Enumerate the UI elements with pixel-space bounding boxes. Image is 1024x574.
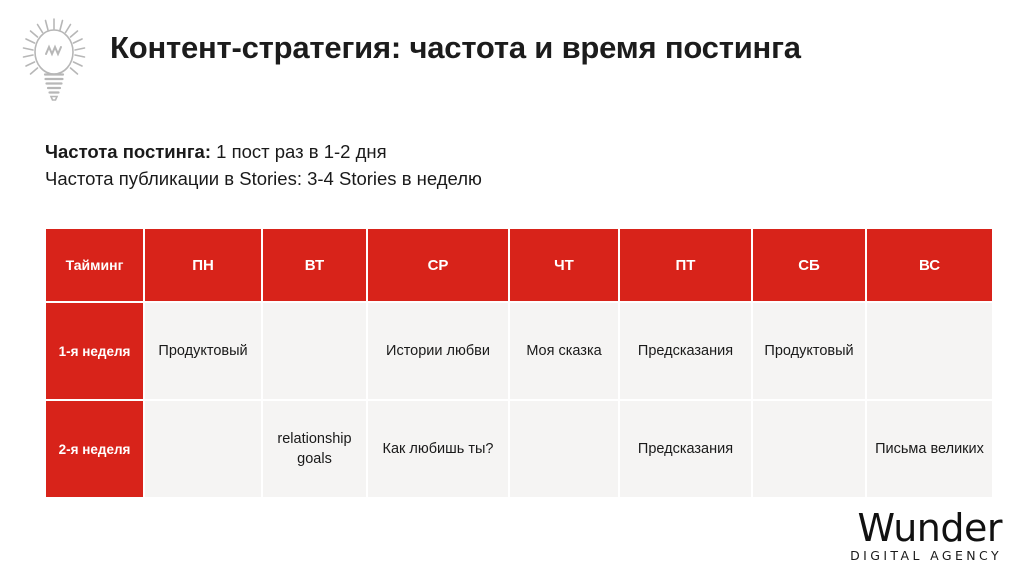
cell-week1-fri: Предсказания xyxy=(620,303,751,399)
cell-week1-tue xyxy=(263,303,366,399)
page-title: Контент-стратегия: частота и время пости… xyxy=(110,30,801,65)
posting-frequency-label: Частота постинга: xyxy=(45,141,212,162)
brand-name: Wunder xyxy=(857,505,1002,550)
column-header-fri: ПТ xyxy=(620,229,751,301)
cell-week1-thu: Моя сказка xyxy=(510,303,618,399)
brand-tagline: DIGITAL AGENCY xyxy=(850,547,1002,563)
column-header-mon: ПН xyxy=(145,229,261,301)
column-header-thu: ЧТ xyxy=(510,229,618,301)
intro-block: Частота постинга: 1 пост раз в 1-2 дня Ч… xyxy=(45,138,945,192)
stories-frequency-line: Частота публикации в Stories: 3-4 Storie… xyxy=(45,168,482,189)
table-header-row: Тайминг ПН ВТ СР ЧТ ПТ СБ ВС xyxy=(46,229,992,301)
cell-week2-sun: Письма великих xyxy=(867,401,992,497)
cell-week1-wed: Истории любви xyxy=(368,303,508,399)
column-header-sun: ВС xyxy=(867,229,992,301)
cell-week2-tue: relationship goals xyxy=(263,401,366,497)
cell-week2-fri: Предсказания xyxy=(620,401,751,497)
cell-week1-mon: Продуктовый xyxy=(145,303,261,399)
cell-week2-sat xyxy=(753,401,865,497)
table-row: 2-я неделя relationship goals Как любишь… xyxy=(46,401,992,497)
row-label-week1: 1-я неделя xyxy=(46,303,143,399)
posting-frequency-value: 1 пост раз в 1-2 дня xyxy=(211,141,387,162)
cell-week1-sun xyxy=(867,303,992,399)
content-schedule-table: Тайминг ПН ВТ СР ЧТ ПТ СБ ВС 1-я неделя … xyxy=(44,227,994,499)
slide-header: Контент-стратегия: частота и время пости… xyxy=(0,0,1024,112)
lightbulb-icon xyxy=(18,16,90,102)
posting-frequency-line: Частота постинга: 1 пост раз в 1-2 дня xyxy=(45,138,945,165)
cell-week1-sat: Продуктовый xyxy=(753,303,865,399)
column-header-tue: ВТ xyxy=(263,229,366,301)
column-header-timing: Тайминг xyxy=(46,229,143,301)
table-row: 1-я неделя Продуктовый Истории любви Моя… xyxy=(46,303,992,399)
cell-week2-wed: Как любишь ты? xyxy=(368,401,508,497)
row-label-week2: 2-я неделя xyxy=(46,401,143,497)
column-header-wed: СР xyxy=(368,229,508,301)
column-header-sat: СБ xyxy=(753,229,865,301)
cell-week2-mon xyxy=(145,401,261,497)
cell-week2-thu xyxy=(510,401,618,497)
brand-logo: Wunder DIGITAL AGENCY xyxy=(850,509,1002,563)
